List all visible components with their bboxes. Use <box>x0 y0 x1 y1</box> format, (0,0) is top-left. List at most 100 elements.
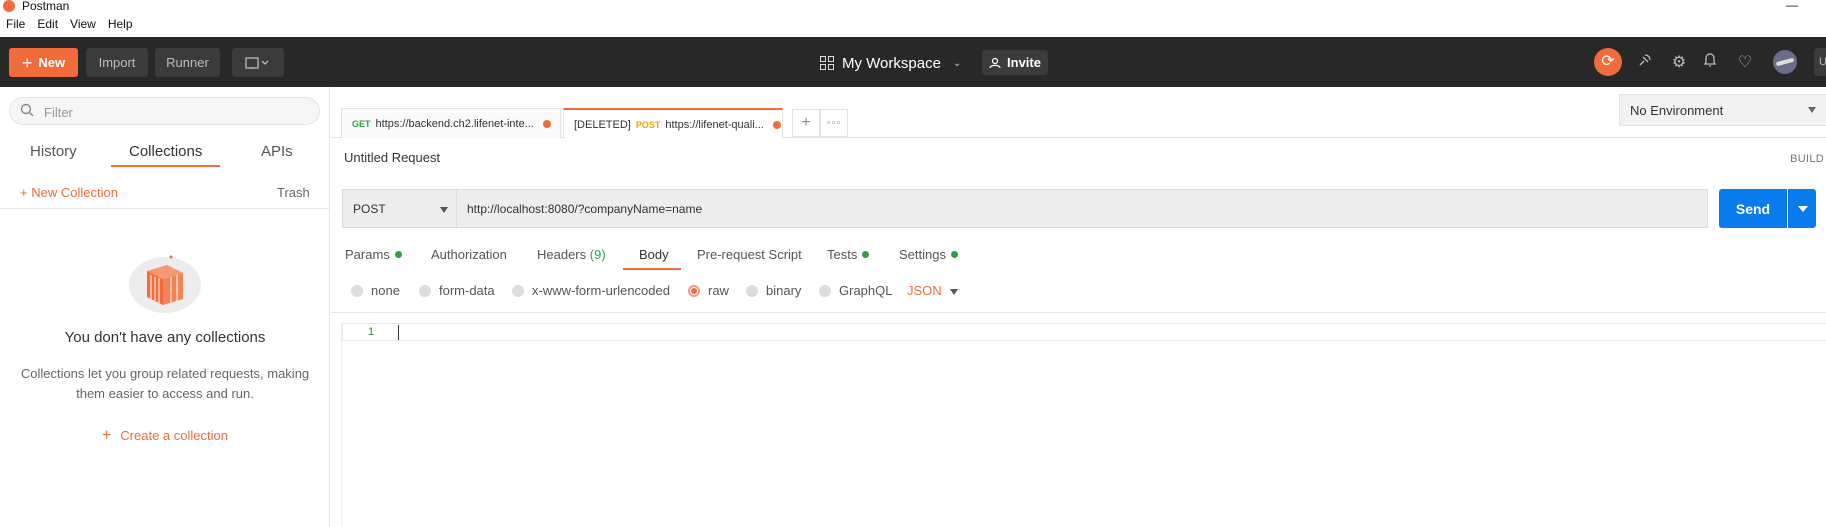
request-tab-bar: GET https://backend.ch2.lifenet-inte... … <box>331 87 1826 139</box>
plus-icon: + <box>20 185 32 200</box>
workspace-grid-icon <box>820 56 834 70</box>
workspace-selector[interactable]: My Workspace ⌄ <box>820 51 961 75</box>
option-label: GraphQL <box>839 283 893 298</box>
menu-help[interactable]: Help <box>102 15 139 33</box>
new-window-icon <box>245 56 269 69</box>
active-tab-indicator <box>111 165 220 167</box>
menu-file[interactable]: File <box>0 15 31 33</box>
tab-apis[interactable]: APIs <box>261 143 293 160</box>
tab-settings-label: Settings <box>899 247 946 262</box>
headers-count: (9) <box>589 247 606 262</box>
new-collection-button[interactable]: + New Collection <box>20 185 118 200</box>
menu-view[interactable]: View <box>64 15 102 33</box>
radio-icon <box>351 284 363 297</box>
trash-button[interactable]: Trash <box>277 185 310 200</box>
editor-line[interactable]: 1 <box>342 323 1826 341</box>
request-tab-url: https://backend.ch2.lifenet-inte... <box>375 117 534 130</box>
minimize-button[interactable]: — <box>1786 0 1798 12</box>
build-mode-toggle[interactable]: BUILD <box>1790 153 1824 165</box>
body-option-urlencoded[interactable]: x-www-form-urlencoded <box>512 283 670 298</box>
menu-bar: File Edit View Help <box>0 15 139 33</box>
method-badge: GET <box>352 118 371 129</box>
deleted-label: [DELETED] <box>574 118 631 131</box>
satellite-icon[interactable] <box>1634 52 1656 74</box>
tab-prerequest-script[interactable]: Pre-request Script <box>697 247 802 262</box>
plus-icon: + <box>21 52 33 73</box>
tab-params[interactable]: Params <box>345 247 402 262</box>
add-user-icon <box>989 57 1001 68</box>
new-button-label: New <box>38 55 66 70</box>
method-select[interactable]: POST <box>342 189 457 228</box>
body-option-graphql[interactable]: GraphQL <box>819 283 892 298</box>
url-value: http://localhost:8080/?companyName=name <box>467 202 703 216</box>
new-collection-label: New Collection <box>31 185 118 200</box>
runner-button[interactable]: Runner <box>155 48 220 77</box>
body-option-raw[interactable]: raw <box>688 283 729 298</box>
body-option-form-data[interactable]: form-data <box>419 283 495 298</box>
tab-settings[interactable]: Settings <box>899 247 958 262</box>
tab-collections[interactable]: Collections <box>129 143 202 160</box>
settings-icon[interactable]: ⚙ <box>1668 52 1690 74</box>
tab-params-label: Params <box>345 247 390 262</box>
tab-authorization[interactable]: Authorization <box>431 247 507 262</box>
heart-icon[interactable]: ♡ <box>1734 52 1756 74</box>
app-header: + New Import Runner My Workspace ⌄ Invit… <box>0 37 1826 87</box>
create-collection-link[interactable]: + Create a collection <box>0 427 330 445</box>
text-cursor <box>398 325 399 340</box>
invite-button[interactable]: Invite <box>982 50 1048 75</box>
sync-icon[interactable]: ⟳ <box>1594 48 1622 76</box>
active-tab-indicator <box>623 268 681 270</box>
add-tab-button[interactable]: + <box>792 109 820 137</box>
tab-body[interactable]: Body <box>639 247 669 262</box>
radio-icon <box>419 284 431 297</box>
workspace-name: My Workspace <box>842 54 941 72</box>
avatar[interactable] <box>1773 50 1797 74</box>
new-button[interactable]: + New <box>9 48 78 77</box>
option-label: none <box>371 283 400 298</box>
import-button[interactable]: Import <box>86 48 148 77</box>
divider <box>0 208 330 209</box>
search-icon <box>20 103 34 117</box>
send-button[interactable]: Send <box>1719 189 1787 228</box>
status-dot <box>394 251 402 258</box>
option-label: x-www-form-urlencoded <box>532 283 670 298</box>
upgrade-button[interactable]: U <box>1814 48 1826 76</box>
option-label: binary <box>766 283 802 298</box>
request-title: Untitled Request <box>344 150 441 165</box>
caret-down-icon[interactable] <box>950 289 958 295</box>
caret-down-icon <box>440 207 448 213</box>
environment-select[interactable]: No Environment <box>1619 94 1826 126</box>
request-tab-active[interactable]: [DELETED] POST https://lifenet-quali... <box>563 108 783 139</box>
empty-state-title: You don't have any collections <box>64 329 266 346</box>
empty-collection-illustration <box>129 255 201 313</box>
tab-tests[interactable]: Tests <box>827 247 870 262</box>
title-bar: Postman — <box>0 0 1826 13</box>
option-label: form-data <box>439 283 495 298</box>
unsaved-indicator <box>542 119 551 128</box>
body-option-none[interactable]: none <box>351 283 400 298</box>
status-dot <box>950 251 958 258</box>
plus-icon: + <box>102 427 121 444</box>
radio-selected-icon <box>688 284 700 297</box>
postman-logo-icon <box>3 0 15 12</box>
radio-icon <box>819 284 831 297</box>
menu-edit[interactable]: Edit <box>31 15 64 33</box>
invite-button-label: Invite <box>1007 55 1041 70</box>
body-editor[interactable]: 1 <box>341 323 1826 526</box>
tab-headers[interactable]: Headers (9) <box>537 247 606 262</box>
body-option-binary[interactable]: binary <box>746 283 801 298</box>
bell-icon[interactable] <box>1699 52 1721 74</box>
tab-tests-label: Tests <box>827 247 858 262</box>
format-select[interactable]: JSON <box>907 283 942 298</box>
new-window-button[interactable] <box>232 48 284 77</box>
divider <box>331 312 1826 313</box>
tab-history[interactable]: History <box>30 143 77 160</box>
url-input[interactable]: http://localhost:8080/?companyName=name <box>456 189 1708 228</box>
filter-input[interactable]: Filter <box>9 97 320 125</box>
request-tab[interactable]: GET https://backend.ch2.lifenet-inte... <box>341 108 561 138</box>
send-options-button[interactable] <box>1788 189 1816 228</box>
option-label: raw <box>708 283 729 298</box>
more-tabs-icon[interactable]: ◦◦◦ <box>820 109 848 137</box>
chevron-down-icon: ⌄ <box>952 57 962 69</box>
sidebar: Filter History Collections APIs + New Co… <box>0 87 330 527</box>
